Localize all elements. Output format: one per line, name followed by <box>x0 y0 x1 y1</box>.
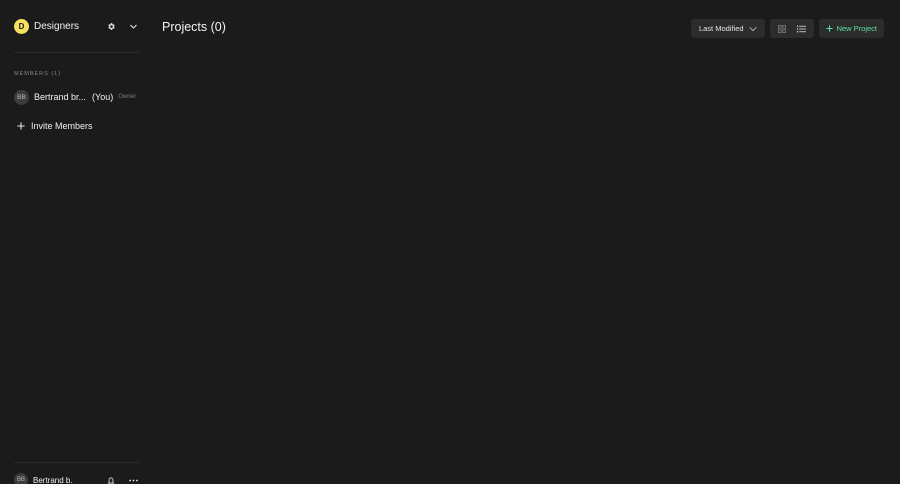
new-project-button[interactable]: New Project <box>818 19 884 38</box>
member-row[interactable]: BB Bertrand br... (You) Owner <box>14 89 140 105</box>
page-title: Projects (0) <box>162 20 226 34</box>
sidebar-bottom-divider <box>14 462 140 463</box>
sort-select-label: Last Modified <box>698 24 744 33</box>
sidebar: D Designers MEMBERS (1) BB Bertrand br..… <box>0 0 154 484</box>
chevron-down-icon[interactable] <box>126 19 140 33</box>
team-name: Designers <box>34 20 80 32</box>
sort-select[interactable]: Last Modified <box>690 19 765 38</box>
current-user[interactable]: BB Bertrand b. <box>14 473 140 484</box>
user-name: Bertrand b. <box>33 475 73 484</box>
team-avatar: D <box>14 18 29 34</box>
user-avatar: BB <box>14 473 28 484</box>
member-you-label: (You) <box>92 92 114 102</box>
members-header: MEMBERS (1) <box>14 71 62 77</box>
team-header[interactable]: D Designers <box>14 18 140 34</box>
invite-members-label: Invite Members <box>31 121 93 131</box>
member-role: Owner <box>118 94 136 100</box>
gear-icon[interactable] <box>104 19 118 33</box>
bell-icon[interactable] <box>104 473 118 484</box>
list-icon[interactable] <box>792 21 811 36</box>
app-window: D Designers MEMBERS (1) BB Bertrand br..… <box>0 0 900 484</box>
new-project-label: New Project <box>836 24 877 33</box>
chevron-down-icon <box>748 26 757 32</box>
member-avatar: BB <box>14 89 29 105</box>
projects-toolbar: Last Modified New Project <box>690 19 884 38</box>
plus-icon <box>14 119 28 133</box>
more-horizontal-icon[interactable] <box>126 473 140 484</box>
invite-members-button[interactable]: Invite Members <box>14 119 93 133</box>
plus-icon <box>825 25 833 32</box>
view-toggle <box>769 19 814 38</box>
main-content: Projects (0) Last Modified New Project <box>154 0 900 484</box>
grid-icon[interactable] <box>773 21 792 36</box>
member-name: Bertrand br... <box>34 92 87 102</box>
sidebar-divider <box>14 52 140 53</box>
